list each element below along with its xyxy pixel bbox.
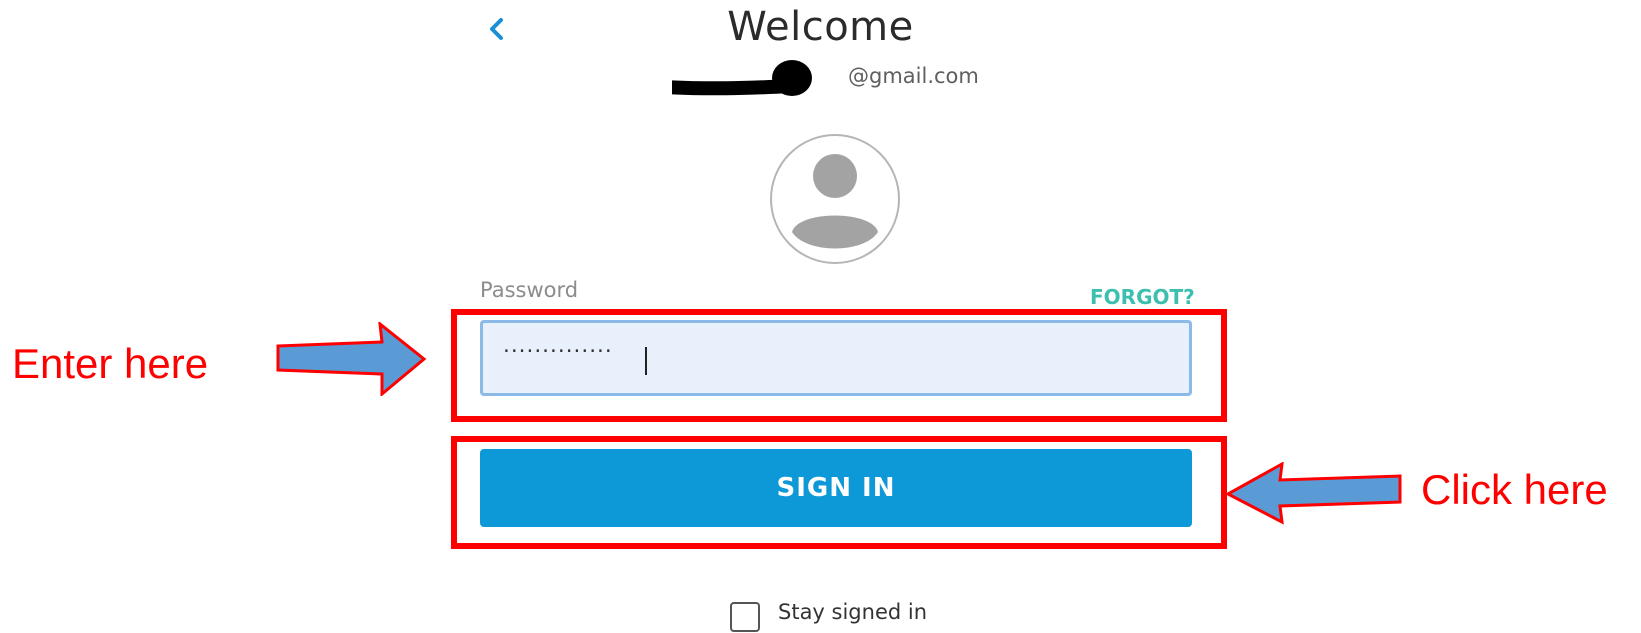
page-title: Welcome bbox=[727, 4, 914, 50]
arrow-right-icon bbox=[276, 322, 427, 396]
arrow-left-icon bbox=[1226, 462, 1402, 525]
click-here-annotation: Click here bbox=[1421, 466, 1608, 513]
email-domain-text: @gmail.com bbox=[848, 64, 979, 88]
stay-signed-in-checkbox[interactable] bbox=[730, 602, 760, 632]
enter-here-annotation: Enter here bbox=[12, 340, 209, 387]
forgot-password-link[interactable]: FORGOT? bbox=[1090, 285, 1195, 309]
redaction-scribble bbox=[672, 60, 812, 96]
user-avatar-icon bbox=[770, 134, 900, 264]
text-caret bbox=[645, 347, 647, 375]
account-email: @gmail.com bbox=[672, 58, 992, 98]
password-masked-value: ·············· bbox=[501, 341, 614, 362]
password-label: Password bbox=[480, 278, 579, 302]
password-input[interactable]: ·············· bbox=[480, 320, 1192, 396]
stay-signed-in-label: Stay signed in bbox=[778, 600, 928, 624]
sign-in-button[interactable]: SIGN IN bbox=[480, 449, 1192, 527]
